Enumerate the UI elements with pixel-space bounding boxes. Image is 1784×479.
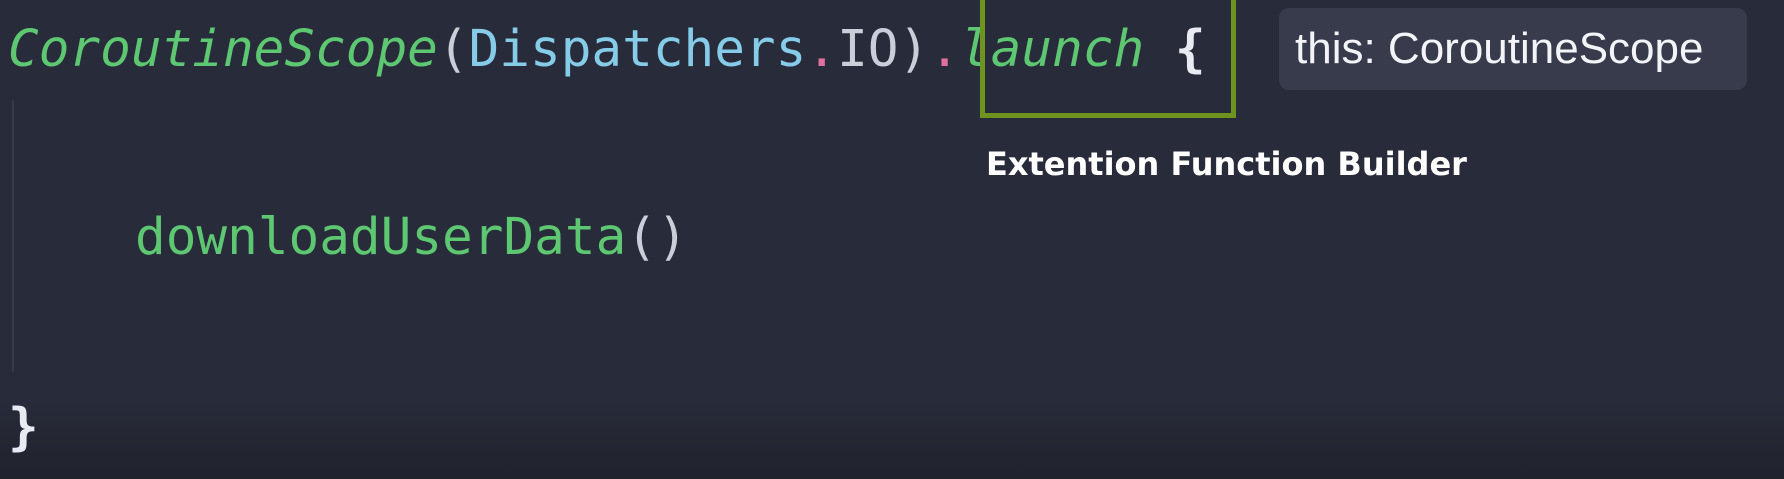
dot-token: .	[806, 20, 838, 79]
code-line-download[interactable]: downloadUserData()	[135, 208, 688, 268]
download-user-data-token: downloadUserData	[135, 208, 627, 267]
dispatchers-token: Dispatchers	[468, 20, 807, 79]
close-brace-token: }	[8, 398, 39, 457]
indent-guide	[12, 100, 14, 372]
io-token: IO	[837, 20, 899, 79]
launch-dot-token: .	[929, 20, 960, 79]
open-paren-token: (	[437, 20, 469, 79]
code-line-close[interactable]: }	[8, 398, 39, 458]
close-paren-token: )	[898, 20, 930, 79]
annotation-caption: Extention Function Builder	[986, 145, 1467, 183]
launch-highlight-box	[980, 0, 1236, 118]
call-parens-token: ()	[626, 208, 688, 267]
inlay-hint: this: CoroutineScope	[1279, 8, 1747, 90]
code-editor[interactable]: CoroutineScope(Dispatchers.IO).launch { …	[0, 0, 1784, 479]
coroutine-scope-token: CoroutineScope	[8, 20, 438, 79]
